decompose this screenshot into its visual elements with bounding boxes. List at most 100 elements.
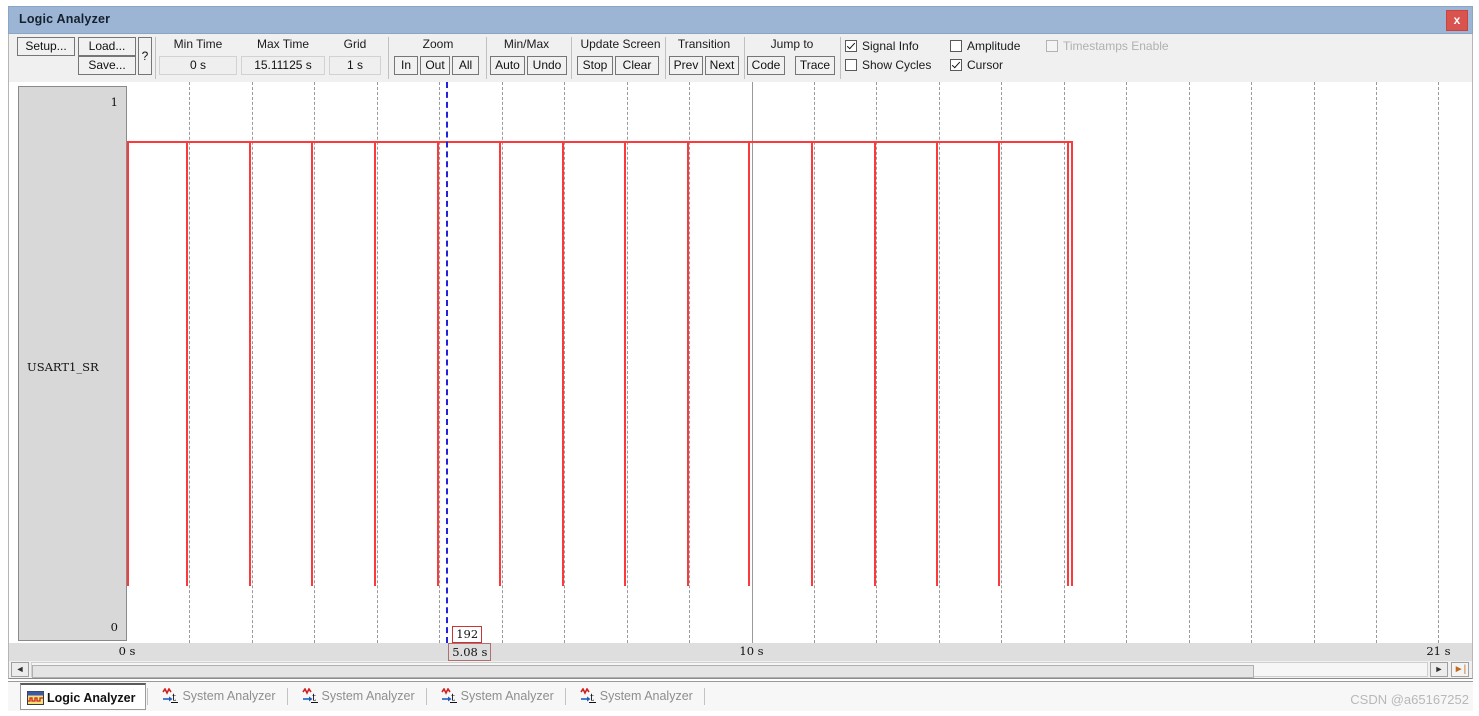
bottom-tab-strip: Logic Analyzer t System Analyzer t System An… <box>8 681 1473 711</box>
waveform-plot-area[interactable]: 1 USART1_SR 0 192 <box>8 82 1473 643</box>
checkbox-timestamps-enable-label: Timestamps Enable <box>1063 39 1169 53</box>
scroll-to-end-button[interactable]: ►| <box>1451 662 1469 677</box>
checkbox-signal-info[interactable]: Signal Info <box>845 39 919 53</box>
close-icon[interactable]: x <box>1446 10 1468 31</box>
grid-line <box>376 82 378 643</box>
checkbox-signal-info-box[interactable] <box>845 40 857 52</box>
time-axis-tick: 10 s <box>739 644 764 658</box>
waveform-canvas[interactable]: 192 <box>127 82 1472 643</box>
grid-line <box>1188 82 1190 643</box>
checkbox-amplitude-label: Amplitude <box>967 39 1021 53</box>
signal-pulse-edge <box>562 141 565 586</box>
checkbox-timestamps-enable: Timestamps Enable <box>1046 39 1169 53</box>
scrollbar-track[interactable] <box>31 662 1428 678</box>
checkbox-show-cycles-box[interactable] <box>845 59 857 71</box>
toolbar-separator <box>665 37 666 79</box>
checkbox-cursor-label: Cursor <box>967 58 1004 72</box>
scroll-left-arrow-icon[interactable]: ◄ <box>11 662 29 677</box>
zoom-all-button[interactable]: All <box>452 56 479 75</box>
tab-divider <box>564 688 566 705</box>
update-clear-button[interactable]: Clear <box>615 56 659 75</box>
transition-prev-button[interactable]: Prev <box>669 56 703 75</box>
max-time-value[interactable]: 15.11125 s <box>241 56 325 75</box>
signal-name-label: USART1_SR <box>27 360 99 374</box>
cursor-time-label: 5.08 s <box>448 643 492 661</box>
signal-pulse-edge <box>811 141 814 586</box>
scroll-right-arrow-icon[interactable]: ► <box>1430 662 1448 677</box>
tab-label: System Analyzer <box>182 689 276 703</box>
cursor-line[interactable] <box>446 82 449 643</box>
signal-high-label: 1 <box>110 95 118 109</box>
minmax-auto-button[interactable]: Auto <box>490 56 525 75</box>
checkbox-show-cycles-label: Show Cycles <box>862 58 932 72</box>
setup-button[interactable]: Setup... <box>17 37 75 56</box>
min-time-value[interactable]: 0 s <box>159 56 237 75</box>
grid-line <box>1126 82 1128 643</box>
minmax-label: Min/Max <box>503 37 550 51</box>
update-stop-button[interactable]: Stop <box>577 56 613 75</box>
tab-system-analyzer-4[interactable]: t System Analyzer <box>574 683 703 710</box>
zoom-in-button[interactable]: In <box>394 56 418 75</box>
tab-label: System Analyzer <box>599 689 693 703</box>
transition-label: Transition <box>677 37 731 51</box>
tab-system-analyzer-3[interactable]: t System Analyzer <box>435 683 564 710</box>
tab-divider <box>286 688 288 705</box>
grid-line <box>1376 82 1377 643</box>
toolbar-separator <box>571 37 572 79</box>
checkbox-timestamps-enable-box <box>1046 40 1058 52</box>
scrollbar-thumb[interactable] <box>32 665 1254 678</box>
tab-label: Logic Analyzer <box>47 691 136 705</box>
tab-divider <box>703 688 705 705</box>
logic-analyzer-window: Logic Analyzer x Setup... Load... Save..… <box>0 0 1479 716</box>
tab-logic-analyzer-0[interactable]: Logic Analyzer <box>20 683 147 710</box>
signal-pulse-edge <box>624 141 627 586</box>
signal-pulse-edge <box>127 141 129 586</box>
signal-pulse-edge <box>748 141 751 586</box>
time-axis-tick: 0 s <box>118 644 136 658</box>
grid-label: Grid <box>343 37 367 51</box>
grid-line <box>1438 82 1440 643</box>
checkbox-amplitude[interactable]: Amplitude <box>950 39 1020 53</box>
tab-system-analyzer-1[interactable]: t System Analyzer <box>156 683 285 710</box>
signal-low-label: 0 <box>110 620 118 634</box>
toolbar-separator <box>486 37 487 79</box>
save-button[interactable]: Save... <box>78 56 136 75</box>
time-axis: 0 s 10 s 21 s 5.08 s <box>8 643 1473 661</box>
horizontal-scrollbar[interactable]: ◄ ► ►| <box>8 661 1473 679</box>
toolbar-separator <box>155 37 156 79</box>
help-button[interactable]: ? <box>138 37 152 75</box>
tab-divider <box>425 688 427 705</box>
signal-pulse-edge <box>499 141 502 586</box>
grid-line <box>938 82 940 643</box>
tab-system-analyzer-2[interactable]: t System Analyzer <box>296 683 425 710</box>
grid-line <box>1001 82 1003 643</box>
grid-value[interactable]: 1 s <box>329 56 381 75</box>
grid-line <box>876 82 878 643</box>
jump-to-trace-button[interactable]: Trace <box>795 56 835 75</box>
zoom-out-button[interactable]: Out <box>420 56 450 75</box>
minmax-undo-button[interactable]: Undo <box>527 56 567 75</box>
grid-line <box>1063 82 1065 643</box>
system-analyzer-icon: t <box>580 688 596 704</box>
jump-to-code-button[interactable]: Code <box>747 56 785 75</box>
checkbox-cursor-box[interactable] <box>950 59 962 71</box>
zoom-label: Zoom <box>422 37 454 51</box>
time-marker-line <box>751 82 753 643</box>
checkbox-cursor[interactable]: Cursor <box>950 58 1003 72</box>
system-analyzer-icon: t <box>440 688 457 704</box>
grid-line <box>813 82 815 643</box>
load-button[interactable]: Load... <box>78 37 136 56</box>
signal-info-panel[interactable]: 1 USART1_SR 0 <box>18 86 127 641</box>
checkbox-amplitude-box[interactable] <box>950 40 962 52</box>
grid-line <box>189 82 191 643</box>
system-analyzer-icon: t <box>301 688 318 704</box>
checkbox-show-cycles[interactable]: Show Cycles <box>845 58 931 72</box>
signal-pulse-edge <box>686 141 689 586</box>
grid-line <box>564 82 566 643</box>
jump-to-label: Jump to <box>770 37 814 51</box>
tab-label: System Analyzer <box>460 689 554 703</box>
signal-pulse-edge <box>873 141 876 586</box>
grid-line <box>439 82 441 643</box>
transition-next-button[interactable]: Next <box>705 56 739 75</box>
grid-line <box>314 82 316 643</box>
